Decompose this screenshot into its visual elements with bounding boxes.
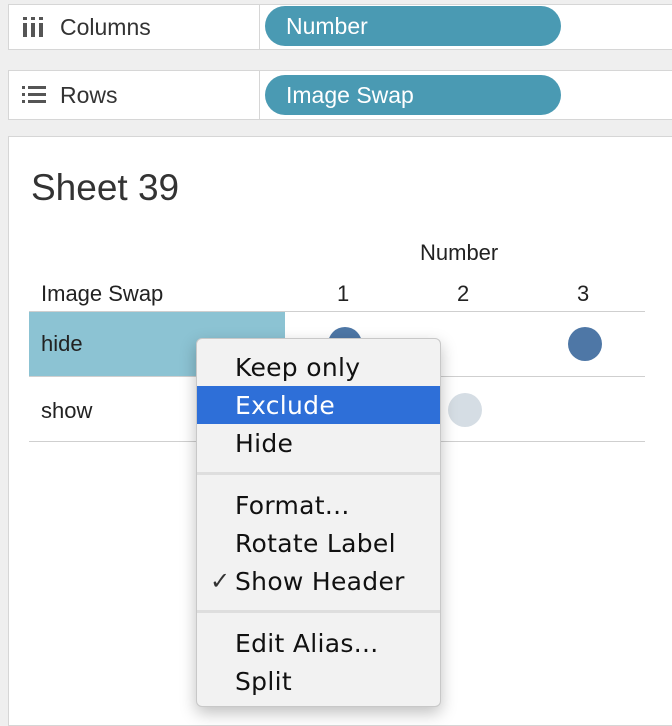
menu-item-hide[interactable]: Hide — [197, 424, 440, 462]
menu-item-format[interactable]: Format... — [197, 486, 440, 524]
sheet-title: Sheet 39 — [31, 167, 180, 208]
menu-item-split[interactable]: Split — [197, 662, 440, 700]
menu-item-label: Format... — [235, 490, 350, 520]
context-menu: Keep only Exclude Hide Format... Rotate … — [196, 338, 441, 707]
column-field-header[interactable]: Number — [420, 240, 498, 266]
menu-item-show-header[interactable]: ✓ Show Header — [197, 562, 440, 600]
menu-item-exclude[interactable]: Exclude — [197, 386, 440, 424]
menu-item-label: Rotate Label — [235, 528, 396, 558]
menu-item-label: Show Header — [235, 566, 405, 596]
number-pill[interactable]: Number — [265, 6, 561, 46]
menu-item-rotate-label[interactable]: Rotate Label — [197, 524, 440, 562]
rows-shelf-label: Rows — [9, 71, 260, 119]
menu-item-label: Hide — [235, 428, 294, 458]
columns-icon — [22, 17, 46, 37]
menu-item-label: Edit Alias... — [235, 628, 379, 658]
column-header-3[interactable]: 3 — [577, 281, 589, 307]
rows-shelf[interactable]: Rows Image Swap — [8, 70, 672, 120]
columns-label: Columns — [60, 13, 151, 40]
menu-item-edit-alias[interactable]: Edit Alias... — [197, 624, 440, 662]
menu-separator — [197, 610, 440, 613]
columns-shelf-label: Columns — [9, 5, 260, 49]
menu-item-label: Split — [235, 666, 292, 696]
column-header-2[interactable]: 2 — [457, 281, 469, 307]
menu-item-label: Keep only — [235, 352, 361, 382]
column-header-1[interactable]: 1 — [337, 281, 349, 307]
menu-separator — [197, 472, 440, 475]
menu-item-label: Exclude — [235, 390, 336, 420]
rows-icon — [22, 86, 46, 104]
mark-hide-3[interactable] — [568, 327, 602, 361]
rows-label: Rows — [60, 81, 118, 108]
row-field-header[interactable]: Image Swap — [41, 281, 163, 307]
row-header-hide[interactable]: hide — [41, 331, 83, 357]
menu-item-keep-only[interactable]: Keep only — [197, 348, 440, 386]
row-header-show[interactable]: show — [41, 398, 92, 424]
image-swap-pill[interactable]: Image Swap — [265, 75, 561, 115]
checkmark-icon: ✓ — [210, 567, 231, 595]
columns-shelf[interactable]: Columns Number — [8, 4, 672, 50]
mark-show-2[interactable] — [448, 393, 482, 427]
